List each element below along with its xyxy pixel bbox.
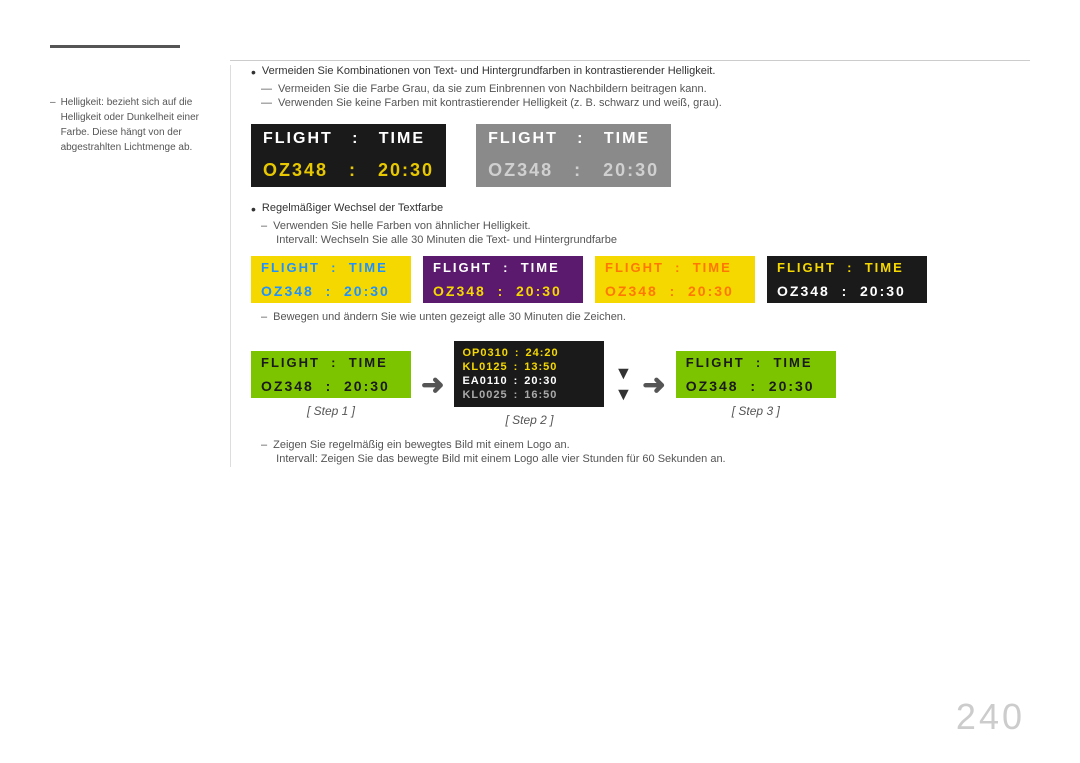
note2-dash2-text: Intervall: Zeigen Sie das bewegte Bild m… — [276, 453, 725, 465]
sidebar-text: Helligkeit: bezieht sich auf die Helligk… — [61, 95, 210, 155]
dash1-text: Vermeiden Sie die Farbe Grau, da sie zum… — [278, 83, 707, 95]
arrow-down-group: ▼ ▼ — [614, 363, 632, 405]
s2r2-sep: : — [514, 361, 519, 373]
panel-gray-body: OZ348 : 20:30 — [476, 154, 671, 187]
sidebar-dash: – — [50, 95, 56, 155]
note2-dash1-text: Zeigen Sie regelmäßig ein bewegtes Bild … — [273, 439, 570, 451]
flight-panel-orange: FLIGHT : TIME OZ348 : 20:30 — [595, 256, 755, 303]
step1-wrapper: FLIGHT : TIME OZ348 : 20:30 [ Step 1 ] — [251, 351, 411, 418]
main-bullet2: • Regelmäßiger Wechsel der Textfarbe — [251, 202, 1030, 216]
step3-body: OZ348 : 20:30 — [676, 374, 836, 398]
arrow-right-1: ➜ — [421, 368, 444, 401]
bullet1-text: Vermeiden Sie Kombinationen von Text- un… — [262, 65, 716, 77]
flight-label-gray: FLIGHT : TIME — [488, 130, 650, 147]
flight-panel-gray: FLIGHT : TIME OZ348 : 20:30 — [476, 124, 671, 187]
flight-panel-blue-yellow: FLIGHT : TIME OZ348 : 20:30 — [251, 256, 411, 303]
flight-label-dark: FLIGHT : TIME — [263, 130, 425, 147]
bullet-dot1: • — [251, 65, 256, 79]
s2r2-code: KL0125 — [462, 361, 507, 373]
s2r4-time: 16:50 — [524, 389, 557, 401]
step1-header: FLIGHT : TIME — [251, 351, 411, 374]
note2-dash2-marker — [261, 453, 270, 465]
step2-label: [ Step 2 ] — [505, 413, 553, 427]
s2r3-sep: : — [514, 375, 519, 387]
step2-row4: KL0025 : 16:50 — [462, 389, 596, 401]
step2-wrapper: OP0310 : 24:20 KL0125 : 13:50 EA0110 : — [454, 341, 604, 427]
main-content: • Vermeiden Sie Kombinationen von Text- … — [230, 65, 1030, 467]
sub-dash2: Intervall: Wechseln Sie alle 30 Minuten … — [251, 234, 1030, 246]
note-section: – Zeigen Sie regelmäßig ein bewegtes Bil… — [251, 439, 1030, 465]
page-number: 240 — [956, 696, 1025, 738]
panel-dark-body: OZ348 : 20:30 — [251, 154, 446, 187]
sub-dash2-text: Intervall: Wechseln Sie alle 30 Minuten … — [276, 234, 617, 246]
arrow-down2: ▼ — [614, 384, 632, 405]
step3-header: FLIGHT : TIME — [676, 351, 836, 374]
note-dash: – Bewegen und ändern Sie wie unten gezei… — [251, 311, 1030, 323]
bullet2-text: Regelmäßiger Wechsel der Textfarbe — [262, 202, 443, 214]
main-dash1: — Vermeiden Sie die Farbe Grau, da sie z… — [251, 83, 1030, 95]
arrow-down1: ▼ — [614, 363, 632, 384]
sub-dash2-marker — [261, 234, 270, 246]
steps-row: FLIGHT : TIME OZ348 : 20:30 [ Step 1 ] ➜… — [251, 341, 1030, 427]
oz348-dark: OZ348 : 20:30 — [263, 160, 434, 180]
step2-row3: EA0110 : 20:30 — [462, 375, 596, 387]
oz348-gray: OZ348 : 20:30 — [488, 160, 659, 180]
main-dash2: — Verwenden Sie keine Farben mit kontras… — [251, 97, 1030, 109]
arrow-right-2: ➜ — [642, 368, 665, 401]
left-rule — [50, 45, 180, 48]
s2r4-code: KL0025 — [462, 389, 507, 401]
page-container: – Helligkeit: bezieht sich auf die Helli… — [0, 0, 1080, 763]
note-dash-text: Bewegen und ändern Sie wie unten gezeigt… — [273, 311, 626, 323]
sub-dash1: – Verwenden Sie helle Farben von ähnlich… — [251, 220, 1030, 232]
s2r1-time: 24:20 — [526, 347, 559, 359]
flight-panels-row1: FLIGHT : TIME OZ348 : 20:30 FLIGHT : TIM… — [251, 124, 1030, 187]
bullet-dot2: • — [251, 202, 256, 216]
panel-org-header: FLIGHT : TIME — [595, 256, 755, 279]
top-rule — [230, 60, 1030, 61]
s2r3-time: 20:30 — [524, 375, 557, 387]
panel-pur-body: OZ348 : 20:30 — [423, 279, 583, 303]
panel-by-header: FLIGHT : TIME — [251, 256, 411, 279]
note-dash-marker: – — [261, 311, 267, 323]
step1-body: OZ348 : 20:30 — [251, 374, 411, 398]
s2r2-time: 13:50 — [524, 361, 557, 373]
sub-dash1-text: Verwenden Sie helle Farben von ähnlicher… — [273, 220, 530, 232]
main-bullet1: • Vermeiden Sie Kombinationen von Text- … — [251, 65, 1030, 79]
s2r4-sep: : — [514, 389, 519, 401]
panel-dark-header: FLIGHT : TIME — [251, 124, 446, 154]
flight-panel-purple: FLIGHT : TIME OZ348 : 20:30 — [423, 256, 583, 303]
dash2-text: Verwenden Sie keine Farben mit kontrasti… — [278, 97, 722, 109]
step3-wrapper: FLIGHT : TIME OZ348 : 20:30 [ Step 3 ] — [676, 351, 836, 418]
note2-dash1-marker: – — [261, 439, 267, 451]
step1-label: [ Step 1 ] — [307, 404, 355, 418]
step1-panel: FLIGHT : TIME OZ348 : 20:30 — [251, 351, 411, 398]
sidebar: – Helligkeit: bezieht sich auf die Helli… — [50, 65, 230, 467]
sidebar-bullet: – Helligkeit: bezieht sich auf die Helli… — [50, 95, 210, 155]
panel-pur-header: FLIGHT : TIME — [423, 256, 583, 279]
step3-label: [ Step 3 ] — [732, 404, 780, 418]
dash1-marker: — — [261, 83, 272, 95]
s2r1-code: OP0310 — [462, 347, 508, 359]
dash2-marker: — — [261, 97, 272, 109]
panel-dark2-header: FLIGHT : TIME — [767, 256, 927, 279]
flight-panel-dark2: FLIGHT : TIME OZ348 : 20:30 — [767, 256, 927, 303]
panel-gray-header: FLIGHT : TIME — [476, 124, 671, 154]
step2-row1: OP0310 : 24:20 — [462, 347, 596, 359]
step3-panel: FLIGHT : TIME OZ348 : 20:30 — [676, 351, 836, 398]
flight-panel-dark: FLIGHT : TIME OZ348 : 20:30 — [251, 124, 446, 187]
s2r3-code: EA0110 — [462, 375, 507, 387]
note2-dash1: – Zeigen Sie regelmäßig ein bewegtes Bil… — [251, 439, 1030, 451]
panel-org-body: OZ348 : 20:30 — [595, 279, 755, 303]
color-panels-row: FLIGHT : TIME OZ348 : 20:30 FLIGHT : TIM… — [251, 256, 1030, 303]
note2-dash2: Intervall: Zeigen Sie das bewegte Bild m… — [251, 453, 1030, 465]
sub-dash1-marker: – — [261, 220, 267, 232]
layout: – Helligkeit: bezieht sich auf die Helli… — [50, 65, 1030, 467]
panel-dark2-body: OZ348 : 20:30 — [767, 279, 927, 303]
step2-panel: OP0310 : 24:20 KL0125 : 13:50 EA0110 : — [454, 341, 604, 407]
panel-by-body: OZ348 : 20:30 — [251, 279, 411, 303]
step2-row2: KL0125 : 13:50 — [462, 361, 596, 373]
s2r1-sep: : — [515, 347, 520, 359]
